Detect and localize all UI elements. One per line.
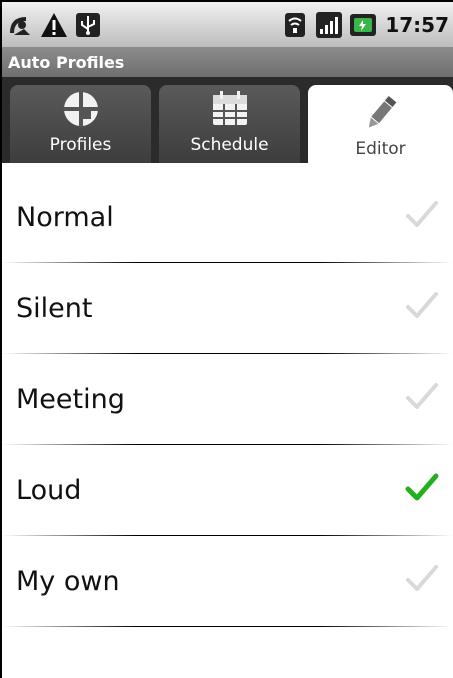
list-item-label: Silent xyxy=(16,293,93,324)
status-time: 17:57 xyxy=(385,12,449,37)
list-item-label: Loud xyxy=(16,475,82,506)
calendar-icon xyxy=(210,89,250,129)
app-title: Auto Profiles xyxy=(8,52,125,72)
status-bar: 17:57 xyxy=(2,2,453,47)
list-item-normal[interactable]: Normal xyxy=(2,172,453,263)
warning-icon xyxy=(40,11,68,39)
battery-icon xyxy=(349,11,377,39)
divider xyxy=(2,626,453,627)
check-icon[interactable] xyxy=(405,198,439,232)
profile-list: Normal Silent Meeting Loud My own xyxy=(2,172,453,627)
pencil-icon xyxy=(361,93,401,133)
profiles-icon xyxy=(61,89,101,129)
satellite-icon xyxy=(6,11,34,39)
tab-bar: Profiles Schedule Editor xyxy=(2,77,453,167)
app-title-bar: Auto Profiles xyxy=(2,47,453,77)
list-item-meeting[interactable]: Meeting xyxy=(2,354,453,445)
check-icon[interactable] xyxy=(405,380,439,414)
list-item-my-own[interactable]: My own xyxy=(2,536,453,627)
list-item-label: Meeting xyxy=(16,384,125,415)
tab-schedule[interactable]: Schedule xyxy=(159,85,300,163)
list-item-label: Normal xyxy=(16,202,114,233)
check-icon[interactable] xyxy=(405,289,439,323)
usb-icon xyxy=(74,11,102,39)
list-item-silent[interactable]: Silent xyxy=(2,263,453,354)
check-icon-active[interactable] xyxy=(405,471,439,505)
check-icon[interactable] xyxy=(405,562,439,596)
list-item-loud[interactable]: Loud xyxy=(2,445,453,536)
signal-icon xyxy=(315,11,343,39)
tab-profiles[interactable]: Profiles xyxy=(10,85,151,163)
wifi-icon xyxy=(281,11,309,39)
tab-schedule-label: Schedule xyxy=(190,135,269,155)
tab-editor[interactable]: Editor xyxy=(308,85,453,167)
tab-editor-label: Editor xyxy=(355,139,406,159)
list-item-label: My own xyxy=(16,566,120,597)
tab-profiles-label: Profiles xyxy=(49,135,112,155)
